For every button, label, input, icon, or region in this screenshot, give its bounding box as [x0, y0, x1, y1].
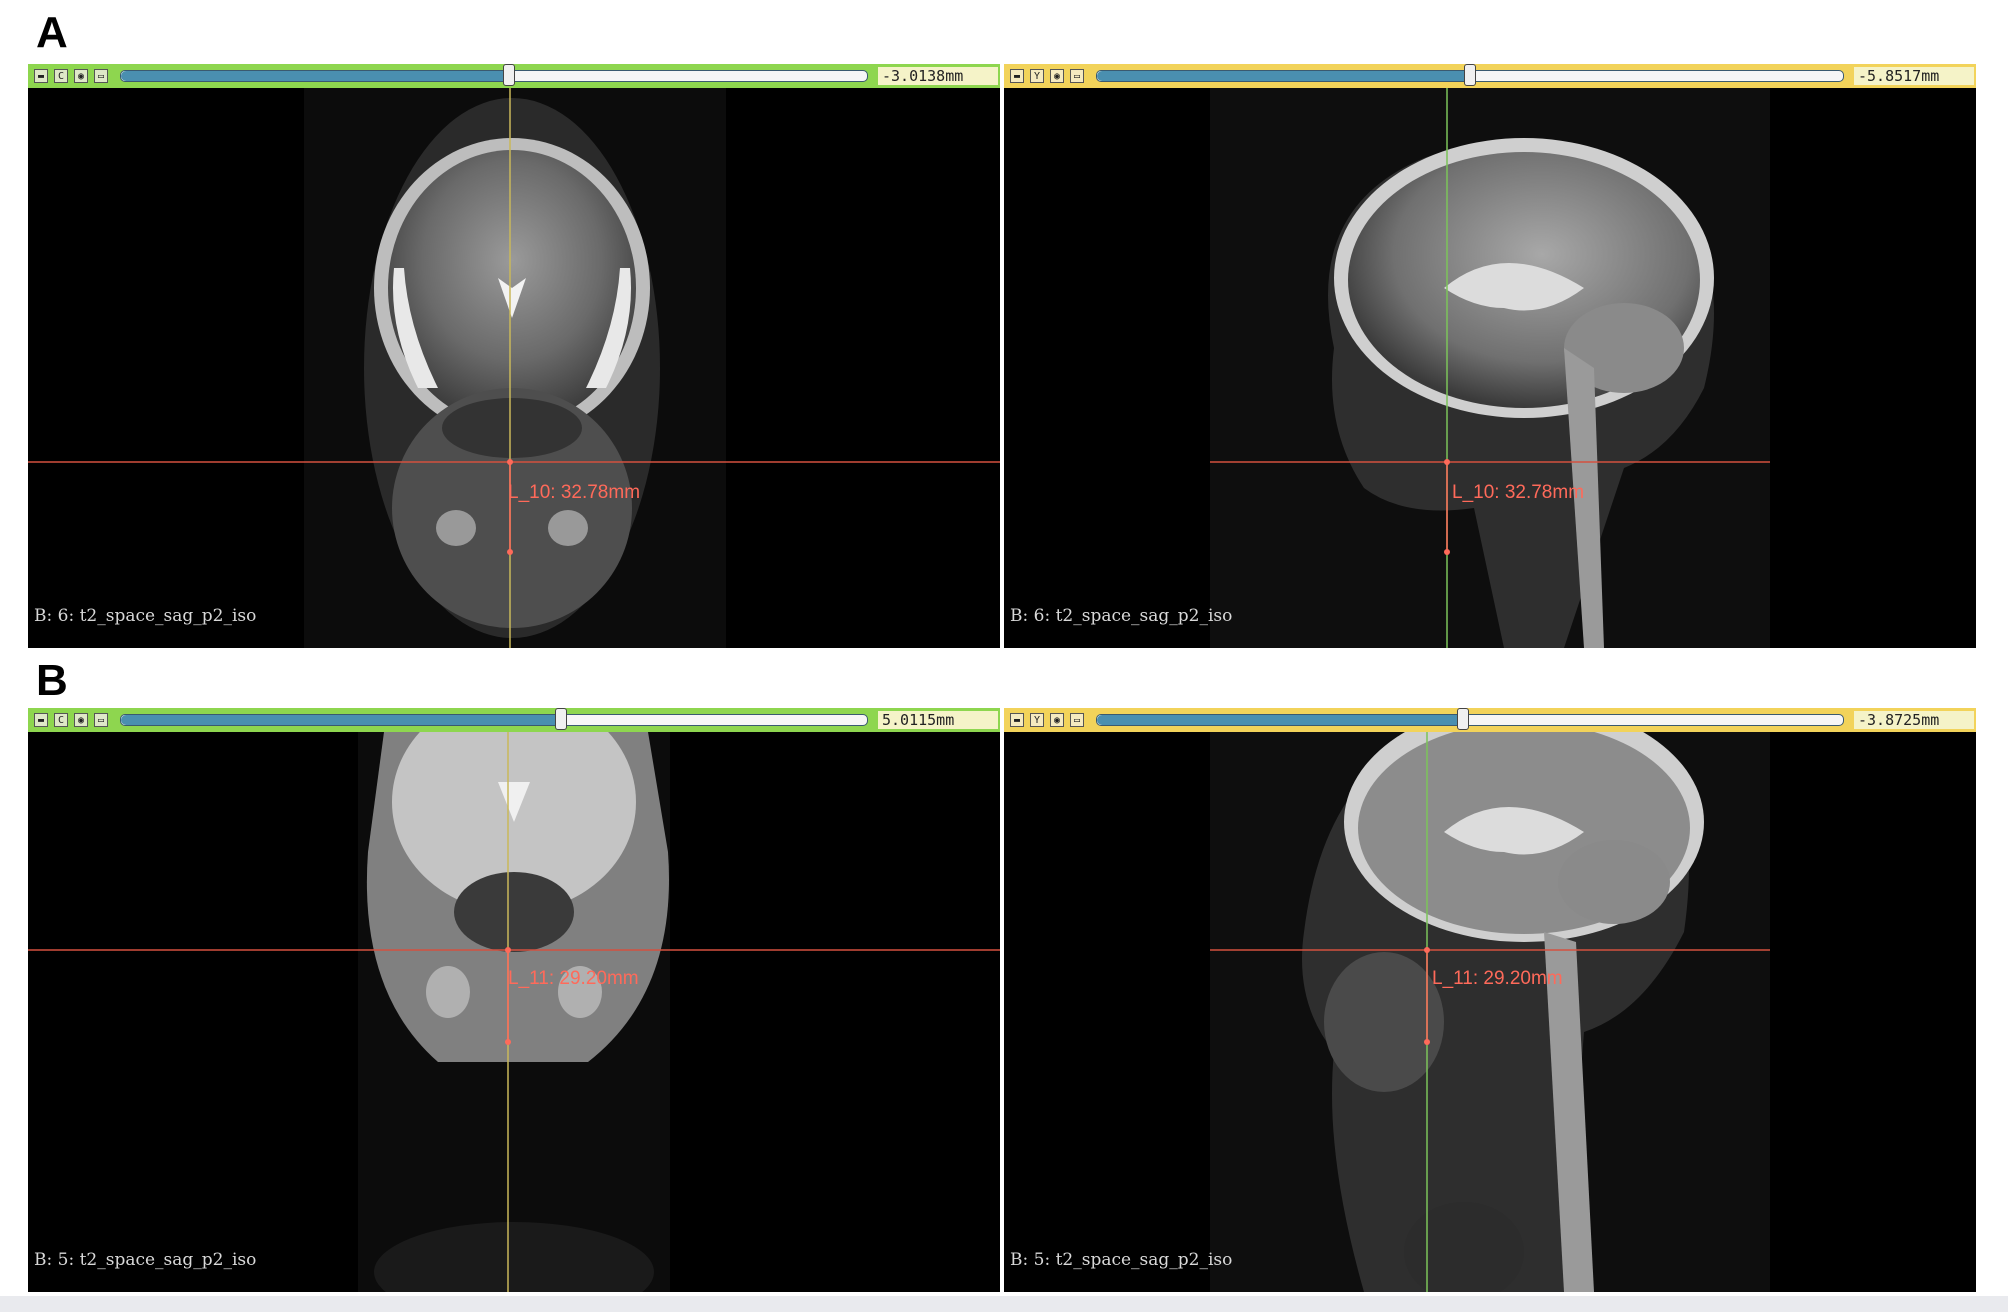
slice-slider[interactable] [120, 708, 868, 730]
sagittal-mri-image [1210, 732, 1770, 1292]
panel-label-b: B [36, 656, 68, 705]
slider-thumb[interactable] [555, 708, 568, 730]
axis-indicator: C [54, 69, 68, 83]
image-area[interactable]: L_10: 32.78mm B: 6: t2_space_sag_p2_iso [1004, 88, 1976, 648]
measurement-label: L_11: 29.20mm [1432, 968, 1563, 989]
pin-icon[interactable]: ▬ [1010, 69, 1024, 83]
series-label: B: 6: t2_space_sag_p2_iso [1010, 606, 1233, 626]
slice-position-value: -5.8517mm [1854, 67, 1974, 85]
axis-indicator: C [54, 713, 68, 727]
image-area[interactable]: L_11: 29.20mm B: 5: t2_space_sag_p2_iso [1004, 732, 1976, 1292]
measurement-label: L_11: 29.20mm [508, 968, 639, 989]
footer-strip [0, 1296, 2008, 1312]
sagittal-mri-image [1210, 88, 1770, 648]
slider-thumb[interactable] [502, 64, 515, 86]
camera-icon[interactable]: ◉ [1050, 713, 1064, 727]
series-label: B: 5: t2_space_sag_p2_iso [34, 1250, 257, 1270]
slider-fill [121, 715, 562, 725]
slider-fill [1097, 71, 1470, 81]
slider-thumb[interactable] [1456, 708, 1469, 730]
sagittal-viewer-b[interactable]: ▬ Y ◉ ▭ -3.8725mm L_11: 29.20mm B: 5: t2… [1004, 708, 1976, 1292]
axis-indicator: Y [1030, 69, 1044, 83]
series-label: B: 6: t2_space_sag_p2_iso [34, 606, 257, 626]
slice-slider[interactable] [1096, 708, 1844, 730]
window-icon[interactable]: ▭ [1070, 69, 1084, 83]
slider-thumb[interactable] [1464, 64, 1476, 86]
pin-icon[interactable]: ▬ [34, 713, 48, 727]
camera-icon[interactable]: ◉ [74, 69, 88, 83]
viewer-toolbar: ▬ Y ◉ ▭ -5.8517mm [1004, 64, 1976, 88]
slice-slider[interactable] [120, 64, 868, 86]
viewer-toolbar: ▬ C ◉ ▭ -3.0138mm [28, 64, 1000, 88]
measurement-label: L_10: 32.78mm [508, 482, 641, 503]
sagittal-viewer-a[interactable]: ▬ Y ◉ ▭ -5.8517mm L_10: 32.78mm B: 6: t2… [1004, 64, 1976, 648]
slice-position-value: -3.0138mm [878, 67, 998, 85]
measurement-label: L_10: 32.78mm [1452, 482, 1585, 503]
window-icon[interactable]: ▭ [1070, 713, 1084, 727]
coronal-viewer-a[interactable]: ▬ C ◉ ▭ -3.0138mm L_10: 32.78mm B: 6: t2… [28, 64, 1000, 648]
slice-position-value: 5.0115mm [878, 711, 998, 729]
pin-icon[interactable]: ▬ [1010, 713, 1024, 727]
viewer-toolbar: ▬ C ◉ ▭ 5.0115mm [28, 708, 1000, 732]
slider-fill [121, 71, 509, 81]
slice-slider[interactable] [1096, 64, 1844, 86]
pin-icon[interactable]: ▬ [34, 69, 48, 83]
series-label: B: 5: t2_space_sag_p2_iso [1010, 1250, 1233, 1270]
camera-icon[interactable]: ◉ [74, 713, 88, 727]
window-icon[interactable]: ▭ [94, 69, 108, 83]
axis-indicator: Y [1030, 713, 1044, 727]
slider-fill [1097, 715, 1463, 725]
slice-position-value: -3.8725mm [1854, 711, 1974, 729]
viewer-toolbar: ▬ Y ◉ ▭ -3.8725mm [1004, 708, 1976, 732]
panel-label-a: A [36, 8, 68, 57]
coronal-viewer-b[interactable]: ▬ C ◉ ▭ 5.0115mm L_11: 29.20mm B: 5: t2_… [28, 708, 1000, 1292]
coronal-mri-image [28, 732, 1000, 1292]
coronal-mri-image [28, 88, 1000, 648]
image-area[interactable]: L_10: 32.78mm B: 6: t2_space_sag_p2_iso [28, 88, 1000, 648]
image-area[interactable]: L_11: 29.20mm B: 5: t2_space_sag_p2_iso [28, 732, 1000, 1292]
camera-icon[interactable]: ◉ [1050, 69, 1064, 83]
window-icon[interactable]: ▭ [94, 713, 108, 727]
